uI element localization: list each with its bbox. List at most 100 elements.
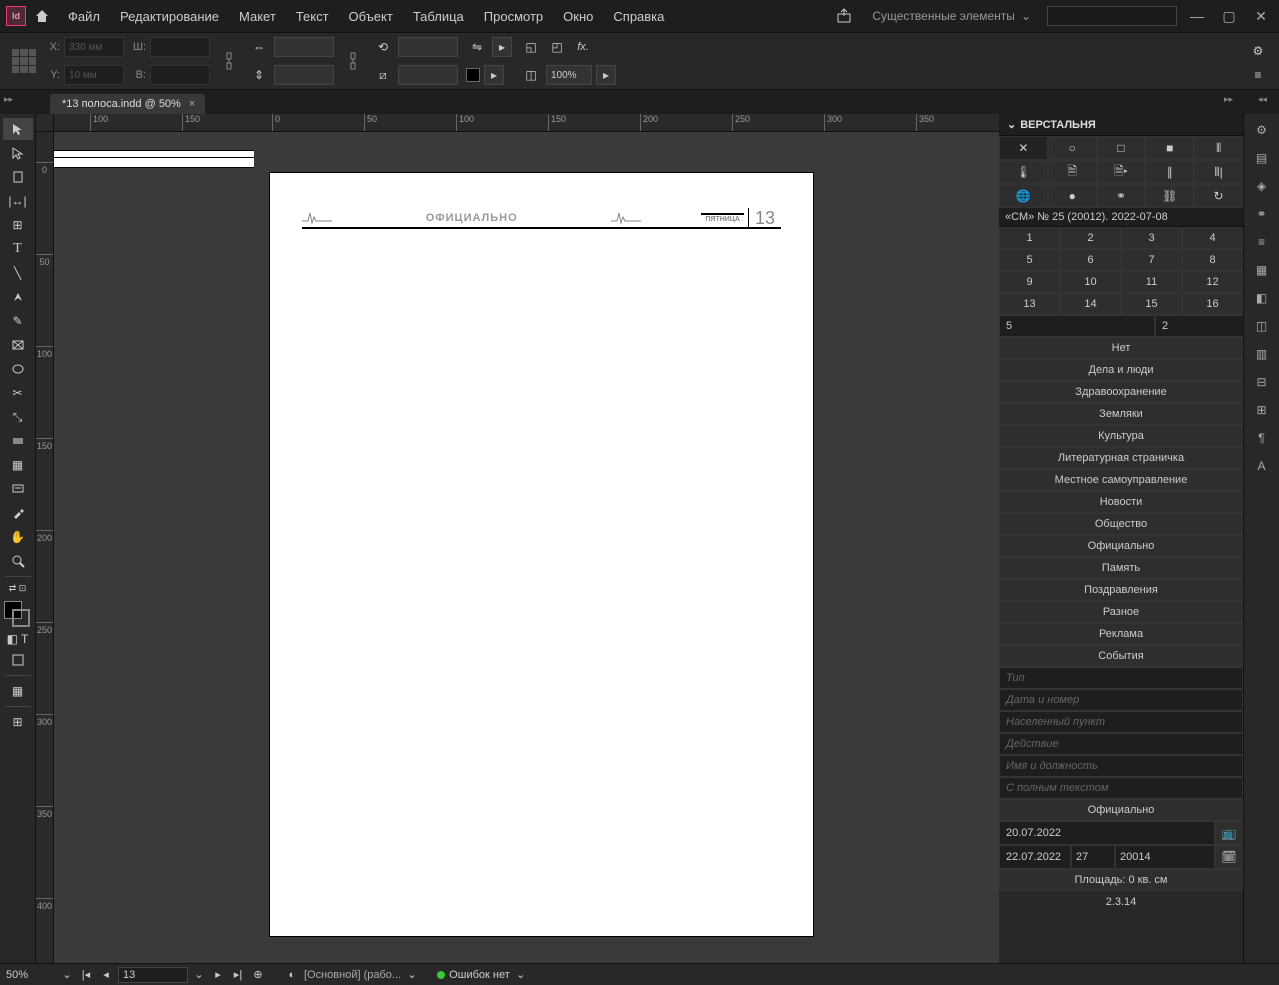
category-item[interactable]: Дела и люди [999,359,1243,381]
first-page-icon[interactable]: |◂ [78,968,94,981]
cc-libraries-icon[interactable]: ◫ [1248,314,1276,338]
swatches-icon[interactable]: ◧ [1248,286,1276,310]
date1-input[interactable]: 20.07.2022 [999,821,1215,845]
globe-icon[interactable]: 🌐 [999,184,1048,208]
line-tool[interactable]: ╲ [3,262,33,284]
placeholder-field[interactable]: Дата и номер [999,689,1243,711]
status-zoom[interactable]: 50% [6,969,56,981]
ruler-vertical[interactable]: 050100150200250300350400 [36,132,54,963]
fill-arrow-icon[interactable]: ▸ [484,65,504,85]
status-master-dd[interactable]: ⌄ [405,968,419,981]
rows-input[interactable] [1155,315,1243,337]
category-item[interactable]: Местное самоуправление [999,469,1243,491]
minimize-button[interactable]: — [1185,8,1209,24]
ruler-corner[interactable] [36,114,54,132]
type-tool[interactable]: T [3,238,33,260]
menu-item[interactable]: Файл [58,3,110,30]
workspace-dropdown[interactable]: Существенные элементы ⌄ [864,5,1039,27]
scale-y-input[interactable] [274,65,334,85]
blob-icon[interactable]: ● [1048,184,1097,208]
page-cell[interactable]: 5 [999,249,1060,271]
prev-page-icon[interactable]: ◂ [98,968,114,981]
ruler-horizontal[interactable]: 100150050100150200250300350 [54,114,999,132]
date2c-input[interactable]: 20014 [1115,845,1215,869]
page-cell[interactable]: 9 [999,271,1060,293]
last-page-icon[interactable]: ▸| [230,968,246,981]
status-zoom-dd[interactable]: ⌄ [60,968,74,981]
cols-input[interactable] [999,315,1155,337]
placeholder-field[interactable]: Действие [999,733,1243,755]
placeholder-field[interactable]: Имя и должность [999,755,1243,777]
date2b-input[interactable]: 27 [1071,845,1115,869]
category-item[interactable]: Память [999,557,1243,579]
links-icon[interactable]: ⚭ [1248,202,1276,226]
category-item[interactable]: Литературная страничка [999,447,1243,469]
page[interactable]: ОФИЦИАЛЬНО ПЯТНИЦА 13 [269,172,814,937]
pencil-tool[interactable]: ✎ [3,310,33,332]
apply-color-icon[interactable] [3,649,33,671]
zoom-arrow-icon[interactable]: ▸ [596,65,616,85]
gradient-swatch-tool[interactable] [3,430,33,452]
home-icon[interactable] [30,4,54,28]
eyedropper-tool[interactable] [3,502,33,524]
columns2-icon[interactable]: ∥ [1145,160,1194,184]
screen-mode-icon[interactable]: ⊞ [3,711,33,733]
constrain-proportions-icon[interactable] [218,50,240,72]
link-icon[interactable]: ⚭ [1097,184,1146,208]
open-nav-icon[interactable]: ⊕ [250,968,266,981]
menu-item[interactable]: Просмотр [474,3,553,30]
category-item[interactable]: Реклама [999,623,1243,645]
date2-input[interactable]: 22.07.2022 [999,845,1071,869]
expand-right-icon[interactable]: ▸▸ [1224,94,1233,105]
menu-item[interactable]: Объект [339,3,403,30]
filled-square-icon[interactable]: ■ [1145,136,1194,160]
close-button[interactable]: ✕ [1249,8,1273,25]
status-errors[interactable]: Ошибок нет [437,969,510,981]
gap-tool[interactable]: |↔| [3,190,33,212]
menu-item[interactable]: Таблица [403,3,474,30]
columns4-icon[interactable]: ⦀| [1194,160,1243,184]
doc-tab[interactable]: *13 полоса.indd @ 50% × [50,94,205,114]
page-cell[interactable]: 13 [999,293,1060,315]
paragraph-styles-icon[interactable]: ¶ [1248,426,1276,450]
page-cell[interactable]: 1 [999,227,1060,249]
placeholder-field[interactable]: С полным текстом [999,777,1243,799]
page-cell[interactable]: 6 [1060,249,1121,271]
status-page-dd[interactable]: ⌄ [192,968,206,981]
menu-item[interactable]: Окно [553,3,603,30]
canvas-area[interactable]: 100150050100150200250300350 050100150200… [36,114,999,963]
shuffle-icon[interactable]: ✕ [999,136,1048,160]
h-input[interactable] [150,65,210,85]
page-tool[interactable] [3,166,33,188]
refresh-icon[interactable]: ↻ [1194,184,1243,208]
menu-icon[interactable]: ≡ [1247,64,1269,86]
panel-title[interactable]: ⌄ ВЕРСТАЛЬНЯ [999,114,1243,136]
pen-tool[interactable] [3,286,33,308]
category-item[interactable]: Разное [999,601,1243,623]
thermometer-icon[interactable]: 🌡 [999,160,1048,184]
category-item[interactable]: Официально [999,535,1243,557]
rotate-input[interactable] [398,37,458,57]
formatting-container-icon[interactable]: ◧ T [3,631,33,647]
ellipse-tool[interactable] [3,358,33,380]
gear-icon[interactable]: ⚙ [1247,40,1269,62]
free-transform-tool[interactable]: ⤡ [3,406,33,428]
page-cell[interactable]: 10 [1060,271,1121,293]
menu-item[interactable]: Редактирование [110,3,229,30]
search-input[interactable] [1047,6,1177,26]
page-cell[interactable]: 11 [1121,271,1182,293]
fit-content-icon[interactable]: ◰ [546,36,568,58]
selection-tool[interactable] [3,118,33,140]
content-collector-tool[interactable]: ⊞ [3,214,33,236]
x-input[interactable] [64,37,124,57]
y-input[interactable] [64,65,124,85]
shear-input[interactable] [398,65,458,85]
category-item[interactable]: Новости [999,491,1243,513]
page-cell[interactable]: 12 [1182,271,1243,293]
stroke-panel-icon[interactable]: ≡ [1248,230,1276,254]
toggle-fill-stroke-icon[interactable]: ⇄ ⊡ [3,581,33,595]
page-cell[interactable]: 3 [1121,227,1182,249]
status-page-input[interactable]: 13 [118,967,188,983]
page-cell[interactable]: 15 [1121,293,1182,315]
page-cell[interactable]: 8 [1182,249,1243,271]
